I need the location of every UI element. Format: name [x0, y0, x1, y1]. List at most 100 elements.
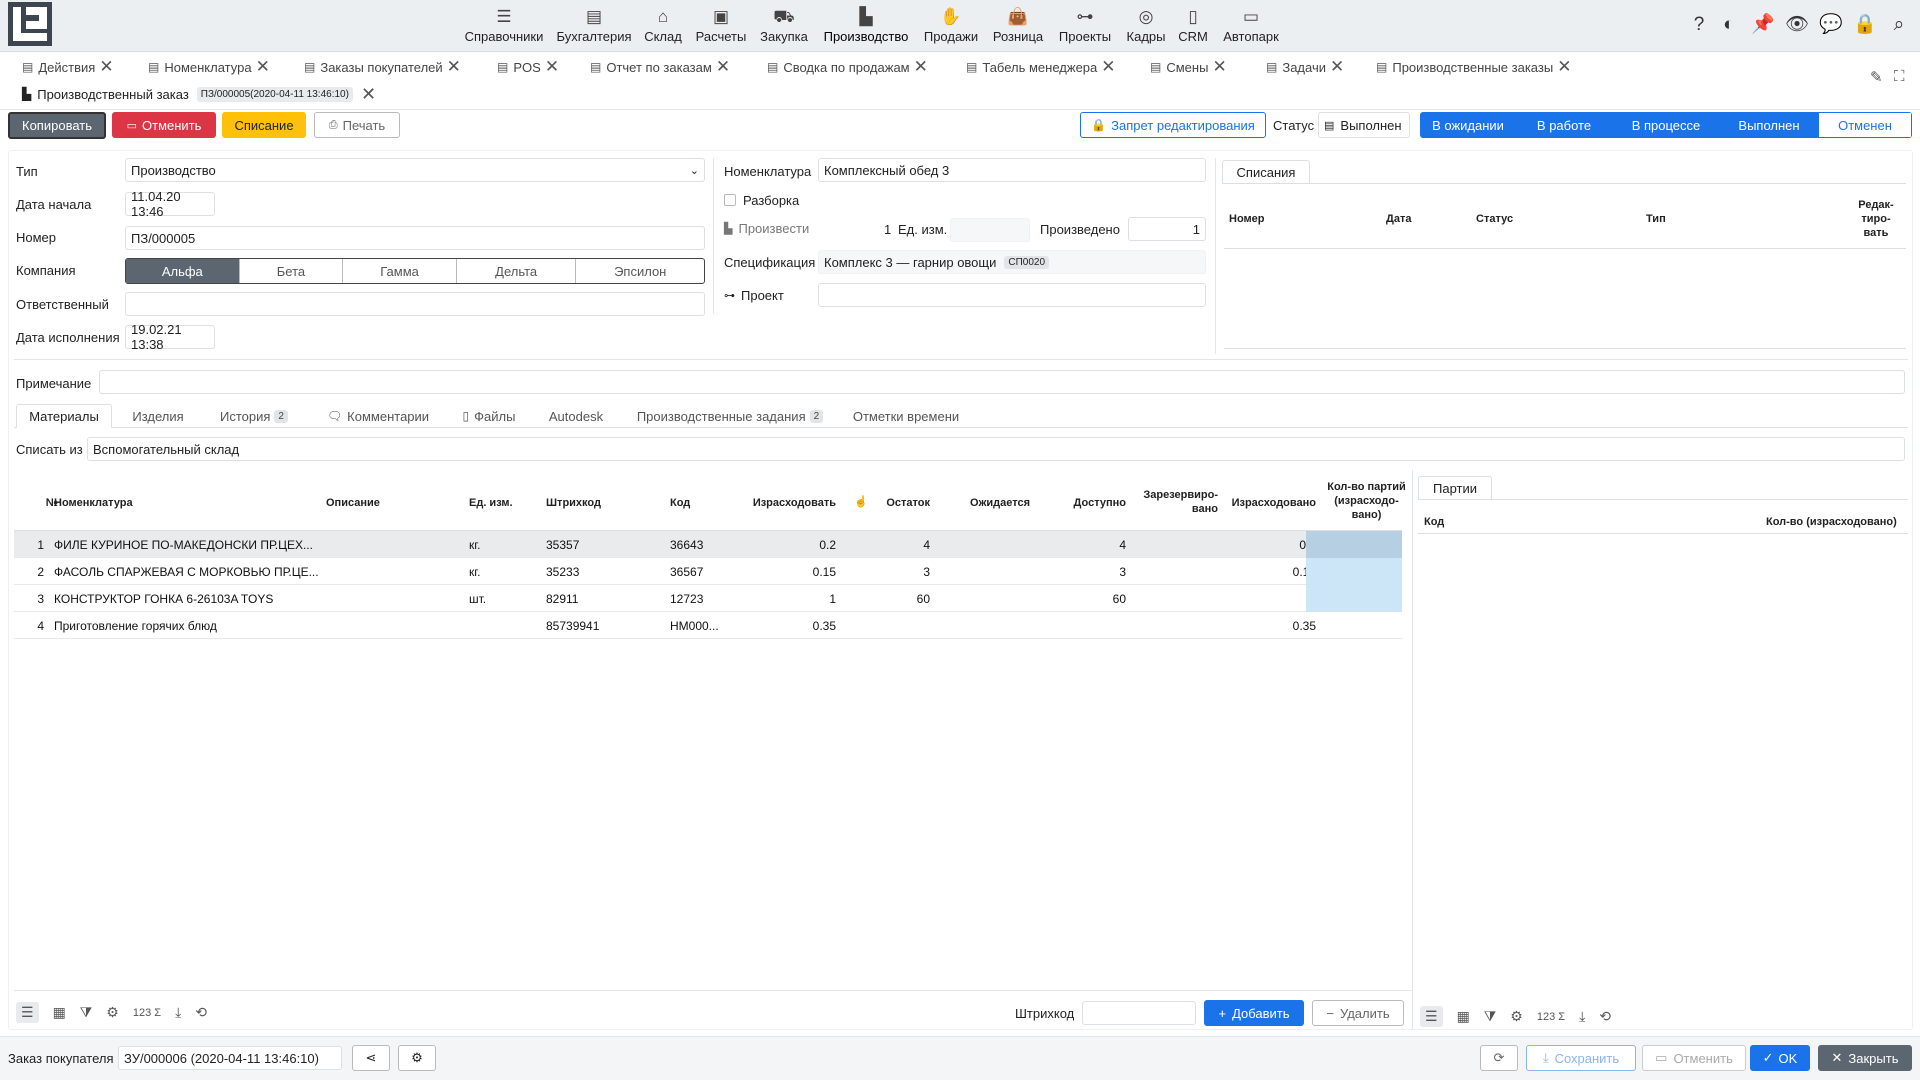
document-tab-7[interactable]: ▤ Смены ✕: [1150, 56, 1227, 78]
nav-item-3[interactable]: ▣ Расчеты: [691, 0, 751, 50]
tab-3[interactable]: 🗨 Комментарии: [316, 404, 440, 428]
sum-icon[interactable]: 123 Σ: [1537, 1011, 1565, 1023]
settings-button[interactable]: ⚙: [398, 1045, 436, 1071]
lock-icon[interactable]: 🔒: [1852, 12, 1878, 38]
gear-icon[interactable]: ⚙: [106, 1004, 119, 1021]
cancel-button[interactable]: ▭ Отменить: [112, 112, 216, 138]
column-header-8[interactable]: Ожидается: [936, 496, 1030, 510]
nav-item-6[interactable]: ✋ Продажи: [916, 0, 986, 50]
status-step-4[interactable]: Отменен: [1818, 112, 1912, 138]
help-icon[interactable]: ?: [1686, 12, 1712, 38]
tab-0[interactable]: Материалы: [16, 404, 112, 428]
column-header-3[interactable]: Ед. изм.: [469, 496, 539, 510]
tab-7[interactable]: Отметки времени: [846, 404, 966, 428]
ok-button[interactable]: ✓ OK: [1750, 1045, 1810, 1071]
produced-field[interactable]: 1: [1128, 217, 1206, 241]
unit-field[interactable]: [950, 218, 1030, 242]
pin-icon[interactable]: 📌: [1750, 12, 1776, 38]
tab-batches[interactable]: Партии: [1418, 476, 1492, 500]
contrast-icon[interactable]: ◐: [1716, 12, 1742, 38]
company-option-2[interactable]: Гамма: [343, 259, 457, 283]
close-icon[interactable]: ✕: [1101, 58, 1115, 75]
company-option-0[interactable]: Альфа: [126, 259, 240, 283]
refresh-icon[interactable]: ⟲: [1599, 1008, 1611, 1025]
close-button[interactable]: ✕ Закрыть: [1818, 1045, 1912, 1071]
fullscreen-icon[interactable]: ⛶: [1894, 68, 1905, 85]
document-tab-1[interactable]: ▤ Номенклатура ✕: [148, 56, 270, 78]
column-header-10[interactable]: Зарезервиро- вано: [1126, 488, 1218, 516]
nav-item-9[interactable]: ◎ Кадры: [1121, 0, 1171, 50]
download-icon[interactable]: ⤓: [1579, 1008, 1585, 1025]
nomenclature-field[interactable]: Комплексный обед 3: [818, 158, 1206, 182]
tab-1[interactable]: Изделия: [120, 404, 196, 428]
project-field[interactable]: [818, 283, 1206, 307]
document-tab-3[interactable]: ▤ POS ✕: [497, 56, 559, 78]
document-tab-6[interactable]: ▤ Табель менеджера ✕: [966, 56, 1116, 78]
nav-item-10[interactable]: ▯ CRM: [1173, 0, 1213, 50]
nav-item-5[interactable]: ▙ Производство: [821, 0, 911, 50]
edit-icon[interactable]: ✎: [1870, 68, 1883, 86]
refresh-icon[interactable]: ⟲: [195, 1004, 207, 1021]
download-icon[interactable]: ⤓: [175, 1004, 181, 1021]
list-view-icon[interactable]: ☰: [1420, 1006, 1443, 1027]
tab-5[interactable]: Autodesk: [536, 404, 616, 428]
close-icon[interactable]: ✕: [99, 58, 113, 75]
edit-lock-button[interactable]: 🔒 Запрет редактирования: [1080, 112, 1266, 138]
app-logo[interactable]: [8, 2, 52, 46]
refresh-button[interactable]: ⟳: [1480, 1045, 1518, 1071]
specification-field[interactable]: Комплекс 3 — гарнир овощи СП0020: [818, 250, 1206, 274]
batches-cell[interactable]: [1306, 531, 1402, 558]
close-icon[interactable]: ✕: [1330, 58, 1344, 75]
copy-button[interactable]: Копировать: [8, 112, 106, 139]
batches-cell[interactable]: [1306, 558, 1402, 585]
save-button[interactable]: ⤓ Сохранить: [1526, 1045, 1636, 1071]
status-step-0[interactable]: В ожидании: [1420, 112, 1516, 138]
close-icon[interactable]: ✕: [914, 58, 928, 75]
company-option-3[interactable]: Дельта: [457, 259, 577, 283]
batches-cell[interactable]: [1306, 585, 1402, 612]
status-step-1[interactable]: В работе: [1516, 112, 1612, 138]
responsible-field[interactable]: [125, 292, 705, 316]
chat-icon[interactable]: 💬: [1818, 12, 1844, 38]
document-tab-9[interactable]: ▤ Производственные заказы ✕: [1376, 56, 1571, 78]
disassembly-checkbox[interactable]: [724, 194, 736, 206]
share-button[interactable]: ⋖: [352, 1045, 390, 1071]
active-document-tab[interactable]: ▙ Производственный заказ ПЗ/000005(2020-…: [22, 84, 376, 104]
note-field[interactable]: [99, 370, 1905, 394]
column-header-12[interactable]: Кол-во партий (израсходо- вано): [1319, 480, 1414, 522]
grid-view-icon[interactable]: ▦: [53, 1004, 66, 1021]
filter-icon[interactable]: ⧩: [80, 1004, 93, 1021]
close-icon[interactable]: ✕: [256, 58, 270, 75]
add-button[interactable]: + Добавить: [1204, 1000, 1304, 1026]
close-icon[interactable]: ✕: [447, 58, 461, 75]
print-button[interactable]: ⎙ Печать: [314, 112, 400, 138]
nav-item-2[interactable]: ⌂ Склад: [638, 0, 688, 50]
tab-6[interactable]: Производственные задания 2: [624, 404, 836, 428]
close-icon[interactable]: ✕: [1557, 58, 1571, 75]
barcode-input[interactable]: [1082, 1001, 1196, 1025]
document-tab-0[interactable]: ▤ Действия ✕: [22, 56, 114, 78]
footer-cancel-button[interactable]: ▭ Отменить: [1642, 1045, 1746, 1071]
grid-view-icon[interactable]: ▦: [1457, 1008, 1470, 1025]
list-view-icon[interactable]: ☰: [16, 1002, 39, 1023]
nav-item-8[interactable]: ⊶ Проекты: [1055, 0, 1115, 50]
document-tab-5[interactable]: ▤ Сводка по продажам ✕: [767, 56, 928, 78]
nav-item-7[interactable]: 👜 Розница: [988, 0, 1048, 50]
column-header-7[interactable]: Остаток: [860, 496, 930, 510]
start-date-field[interactable]: 11.04.20 13:46: [125, 189, 215, 219]
column-header-4[interactable]: Штрихкод: [546, 496, 646, 510]
column-header-1[interactable]: Номенклатура: [54, 496, 334, 510]
search-icon[interactable]: ⌕: [1886, 12, 1912, 38]
gear-icon[interactable]: ⚙: [1510, 1008, 1523, 1025]
exec-date-field[interactable]: 19.02.21 13:38: [125, 322, 215, 352]
delete-button[interactable]: − Удалить: [1312, 1000, 1404, 1026]
sum-icon[interactable]: 123 Σ: [133, 1007, 161, 1019]
column-header-5[interactable]: Код: [670, 496, 730, 510]
close-icon[interactable]: ✕: [361, 84, 376, 105]
tab-2[interactable]: История 2: [204, 404, 304, 428]
column-header-9[interactable]: Доступно: [1030, 496, 1126, 510]
writeoff-button[interactable]: Списание: [222, 112, 306, 138]
column-header-6[interactable]: Израсходовать: [730, 496, 836, 510]
company-option-4[interactable]: Эпсилон: [576, 259, 704, 283]
eye-icon[interactable]: 👁: [1784, 12, 1810, 38]
